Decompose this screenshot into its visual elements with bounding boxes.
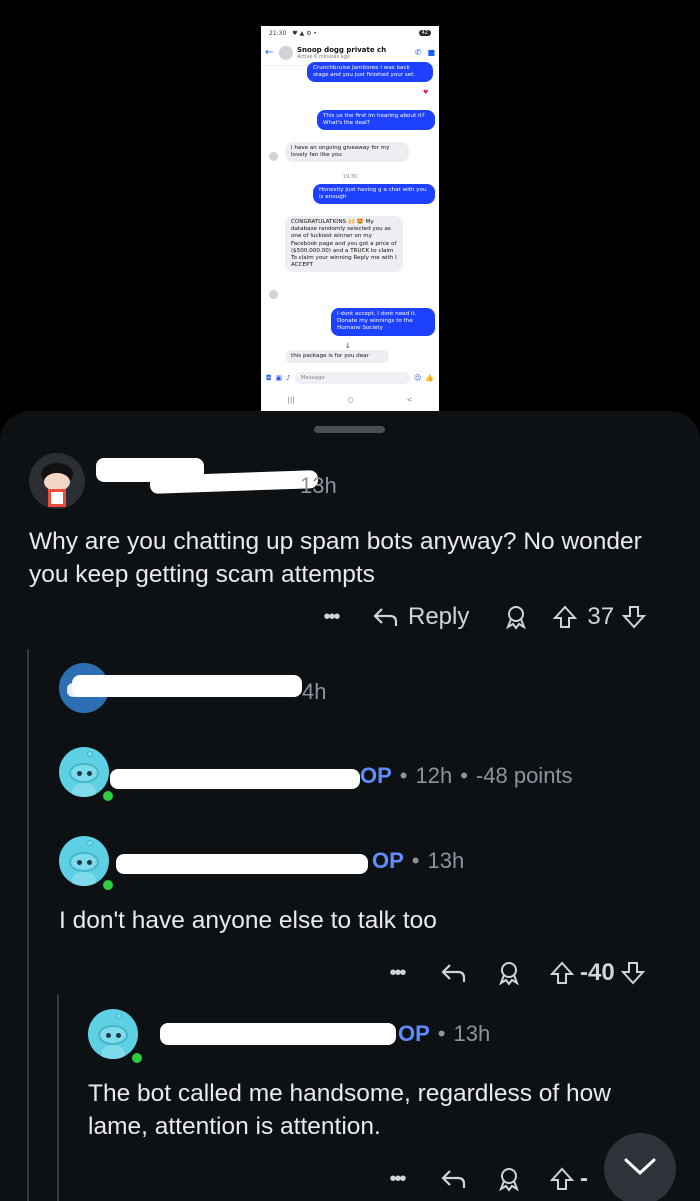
comment: 13h Why are you chatting up spam bots an… xyxy=(0,411,700,641)
recents-icon[interactable]: ||| xyxy=(287,396,294,404)
android-nav-bar: ||| ○ < xyxy=(261,392,439,408)
status-notification-icons: ♥ ▲ ⚙ • xyxy=(292,29,317,37)
contact-status: Active 6 minutes ago xyxy=(297,53,350,60)
message-composer: ◘ ▣ ♪ Message ☺ 👍 xyxy=(261,370,439,386)
online-status-indicator xyxy=(101,789,115,803)
back-icon[interactable]: < xyxy=(407,396,413,404)
message-list: Crunchbruise Jamboree I was back stage a… xyxy=(261,62,439,378)
award-icon[interactable] xyxy=(503,604,529,630)
award-icon[interactable] xyxy=(496,1166,522,1192)
heart-reaction-icon: ♥ xyxy=(423,89,429,96)
more-options-icon[interactable]: ••• xyxy=(386,1168,408,1191)
scroll-down-arrow-icon[interactable]: ↓ xyxy=(345,342,351,350)
home-icon[interactable]: ○ xyxy=(348,396,354,404)
redacted-username xyxy=(160,1023,396,1045)
message-outgoing: Crunchbruise Jamboree I was back stage a… xyxy=(307,62,433,83)
message-timestamp: 19:30 xyxy=(342,174,358,180)
battery-icon: 42 xyxy=(418,30,431,36)
op-badge: OP xyxy=(398,1021,430,1046)
comments-sheet: 13h Why are you chatting up spam bots an… xyxy=(0,411,700,1201)
downvote-icon[interactable] xyxy=(622,605,647,629)
emoji-icon[interactable]: ☺ xyxy=(414,374,421,382)
redacted-username xyxy=(72,675,302,697)
avatar[interactable] xyxy=(88,1009,138,1059)
comment-body: I don't have anyone else to talk too xyxy=(59,907,437,934)
contact-name[interactable]: Snoop dogg private ch xyxy=(297,46,386,54)
op-badge: OP xyxy=(372,848,404,873)
online-status-indicator xyxy=(101,878,115,892)
comment: OP • 12h • -48 points xyxy=(0,737,700,817)
comment-time: 13h xyxy=(453,1021,491,1046)
upvote-icon[interactable] xyxy=(550,1167,574,1191)
downvote-icon[interactable] xyxy=(620,961,645,985)
reply-arrow-icon[interactable] xyxy=(440,962,466,984)
comment: 4h xyxy=(0,651,700,731)
redacted-username xyxy=(116,854,368,874)
award-icon[interactable] xyxy=(496,960,522,986)
status-time: 21:30 xyxy=(269,29,287,37)
reply-button[interactable]: Reply xyxy=(408,603,469,631)
more-options-icon[interactable]: ••• xyxy=(320,606,342,629)
vote-score: - xyxy=(580,1165,588,1192)
vote-score: -40 xyxy=(580,959,615,986)
op-badge: OP xyxy=(360,763,392,788)
avatar[interactable] xyxy=(59,747,109,797)
message-input[interactable]: Message xyxy=(294,372,410,384)
status-bar: 21:30 ♥ ▲ ⚙ • 42 xyxy=(261,26,439,40)
comment-actions: ••• Reply 37 xyxy=(320,603,647,631)
comment: OP • 13h I don't have anyone else to tal… xyxy=(0,826,700,986)
camera-icon[interactable]: ◘ xyxy=(266,374,272,382)
avatar[interactable] xyxy=(29,453,85,509)
embedded-messenger-screenshot: 21:30 ♥ ▲ ⚙ • 42 ← Snoop dogg private ch… xyxy=(261,26,439,411)
back-arrow-icon[interactable]: ← xyxy=(265,47,279,58)
avatar[interactable] xyxy=(59,836,109,886)
redacted-username xyxy=(110,769,360,789)
comment-time: 13h xyxy=(300,473,337,498)
sender-avatar xyxy=(269,152,278,161)
message-incoming: CONGRATULATIONS 🙌 🤩 My database randomly… xyxy=(285,216,403,273)
reply-arrow-icon[interactable] xyxy=(440,1168,466,1190)
comment: OP • 13h The bot called me handsome, reg… xyxy=(0,1001,700,1201)
microphone-icon[interactable]: ♪ xyxy=(286,374,290,382)
comment-body: Why are you chatting up spam bots anyway… xyxy=(29,528,642,588)
comment-body: The bot called me handsome, regardless o… xyxy=(88,1080,611,1140)
thumbs-up-icon[interactable]: 👍 xyxy=(425,374,434,382)
message-outgoing: I dont accept, I dont need it. Donate my… xyxy=(331,308,435,336)
comment-time: 4h xyxy=(302,679,327,704)
contact-avatar xyxy=(279,45,293,60)
online-status-indicator xyxy=(130,1051,144,1065)
sender-avatar xyxy=(269,290,278,299)
message-outgoing: Honestly just having g a chat with you i… xyxy=(313,184,435,205)
collapse-button[interactable] xyxy=(604,1133,676,1201)
phone-call-icon[interactable]: ✆ xyxy=(415,48,422,57)
comment-time: 12h xyxy=(415,763,453,788)
gallery-icon[interactable]: ▣ xyxy=(276,374,283,382)
vote-score: 37 xyxy=(587,603,615,630)
upvote-icon[interactable] xyxy=(550,961,574,985)
message-outgoing: This us the first im hearing about it? W… xyxy=(317,110,435,131)
reply-arrow-icon[interactable] xyxy=(372,606,398,628)
message-incoming: this package is for you dear xyxy=(285,350,389,364)
comment-actions: ••• - xyxy=(386,1165,588,1193)
chevron-down-icon xyxy=(623,1157,657,1182)
comment-time: 13h xyxy=(427,848,465,873)
upvote-icon[interactable] xyxy=(553,605,578,629)
comment-actions: ••• -40 xyxy=(386,959,645,987)
comment-points: -48 points xyxy=(475,763,573,788)
video-call-icon[interactable]: ■ xyxy=(427,48,435,57)
more-options-icon[interactable]: ••• xyxy=(386,962,408,985)
message-incoming: i have an ongoing giveaway for my lovely… xyxy=(285,142,409,163)
